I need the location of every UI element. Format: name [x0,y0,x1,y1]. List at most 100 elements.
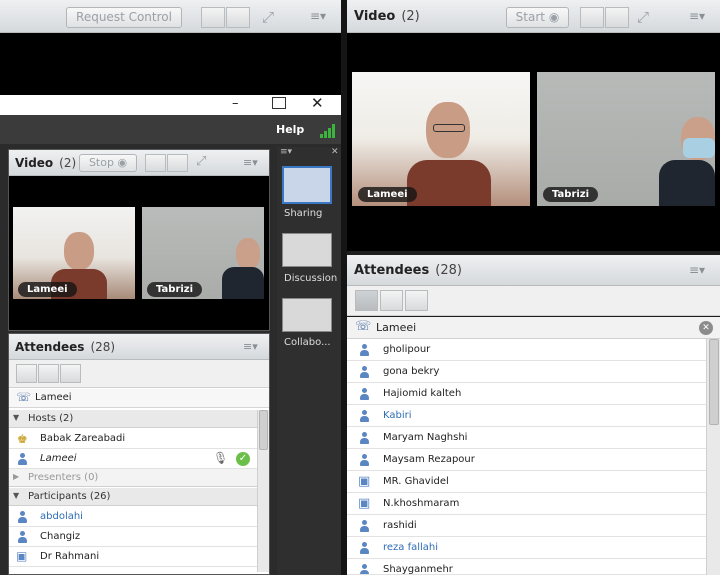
layout-grid-icon[interactable] [145,154,166,172]
layout-single-icon[interactable] [226,7,250,28]
layout-collaboration-thumb[interactable] [282,298,332,332]
layout-sharing-thumb[interactable] [282,166,332,204]
list-item[interactable]: Lameei 🎙 ✓ [9,449,257,469]
list-item[interactable]: Maysam Rezapour [347,449,706,471]
list-item[interactable]: ▣ Dr Rahmani [9,547,257,567]
phone-icon: ☏ [355,319,372,334]
role-view-icon[interactable] [405,290,428,311]
left-black-area [0,33,341,95]
video-tile[interactable]: Tabrizi [537,72,715,206]
right-attendee-scrollbar[interactable] [706,339,720,575]
list-item[interactable]: Kabiri [347,405,706,427]
user-icon [359,388,370,400]
left-attendees-title: Attendees (28) [15,340,116,354]
phone-user-icon: ▣ [358,474,371,489]
presenters-group-header[interactable]: ▶ Presenters (0) [9,469,257,487]
user-icon [359,366,370,378]
hosts-group-label: Hosts (2) [28,413,74,424]
video-name-label: Tabrizi [543,187,599,202]
user-icon [359,432,370,444]
list-item[interactable]: gholipour [347,339,706,361]
start-button[interactable]: Start ◉ [506,7,569,28]
minimize-icon[interactable]: – [232,96,246,111]
right-view-toggle-bar [347,286,720,316]
webcam-icon: ◉ [548,10,560,24]
left-attendees-pod: Attendees (28) ≡▾ ☏ Lameei ▼ Hosts (2) ♚ … [8,333,270,575]
pod-menu-icon[interactable]: ≡▾ [243,156,258,169]
layout-label[interactable]: Discussion [284,273,337,284]
list-item[interactable]: Hajiomid kalteh [347,383,706,405]
layout-label[interactable]: Collabo... [284,337,331,348]
list-item[interactable]: reza fallahi [347,537,706,559]
scroll-thumb[interactable] [259,410,268,450]
pod-menu-icon[interactable]: ≡▾ [689,9,705,23]
attendee-name: gholipour [383,344,431,355]
attendee-name: Maysam Rezapour [383,454,475,465]
layouts-panel: ≡▾ ✕ Sharing Discussion Collabo... [277,147,341,575]
fullscreen-icon[interactable]: ⤢ [196,154,206,169]
layout-single-icon[interactable] [167,154,188,172]
restore-icon[interactable] [272,97,286,109]
attendee-scrollbar[interactable] [257,410,269,572]
pod-menu-icon[interactable]: ≡▾ [310,9,330,25]
left-video-pod: Video (2) Stop ◉ ⤢ ≡▾ Lameei Tabrizi [8,149,270,331]
microphone-icon[interactable]: 🎙 [213,451,228,465]
layout-grid-icon[interactable] [201,7,225,28]
breakout-view-icon[interactable] [380,290,403,311]
layouts-menu-icon[interactable]: ≡▾ [280,147,292,157]
layout-single-icon[interactable] [605,7,629,28]
layout-label[interactable]: Sharing [284,208,322,219]
left-video-header: Video (2) Stop ◉ ⤢ ≡▾ [9,150,269,176]
user-icon [359,542,370,554]
right-attendees-header: Attendees (28) ≡▾ [347,255,720,286]
expand-icon[interactable]: ▶ [13,472,19,481]
right-attendee-list: gholipour gona bekry Hajiomid kalteh Kab… [347,339,706,575]
video-name-label: Lameei [18,282,77,297]
collapse-icon[interactable]: ▼ [13,491,19,500]
fullscreen-icon[interactable]: ⤢ [637,8,649,26]
pod-menu-icon[interactable]: ≡▾ [243,340,258,353]
help-menu[interactable]: Help [276,123,304,136]
list-view-icon[interactable] [16,364,37,383]
attendee-name: reza fallahi [383,542,439,553]
list-item[interactable]: gona bekry [347,361,706,383]
collapse-icon[interactable]: ▼ [13,413,19,422]
phone-user-icon: ▣ [358,496,371,511]
close-circle-icon[interactable]: ✕ [699,321,713,335]
breakout-view-icon[interactable] [38,364,59,383]
video-tile[interactable]: Lameei [13,207,135,299]
participants-group-header[interactable]: ▼ Participants (26) [9,488,257,506]
connect-menubar: Help [0,115,341,144]
attendee-name: MR. Ghavidel [383,476,449,487]
fullscreen-icon[interactable]: ⤢ [258,8,278,26]
list-item[interactable]: ♚ Babak Zareabadi [9,429,257,449]
connection-signal-icon [320,121,338,138]
list-item[interactable]: Shayganmehr [347,559,706,575]
attendee-name: Dr Rahmani [40,551,100,562]
layout-grid-icon[interactable] [580,7,604,28]
left-attendees-header: Attendees (28) ≡▾ [9,334,269,360]
list-item[interactable]: ▣ N.khoshmaram [347,493,706,515]
hosts-group-header[interactable]: ▼ Hosts (2) [9,410,257,428]
attendee-name: Maryam Naghshi [383,432,468,443]
phone-icon: ☏ [16,390,32,404]
list-item[interactable]: Changiz [9,527,257,547]
user-icon [17,453,28,465]
role-view-icon[interactable] [60,364,81,383]
layout-discussion-thumb[interactable] [282,233,332,267]
list-item[interactable]: Maryam Naghshi [347,427,706,449]
list-item[interactable]: rashidi [347,515,706,537]
left-top-toolbar: Request Control ⤢ ≡▾ [0,0,341,33]
list-item[interactable]: abdolahi [9,507,257,527]
request-control-button[interactable]: Request Control [66,7,182,28]
video-tile[interactable]: Lameei [352,72,530,206]
scroll-thumb[interactable] [709,339,719,425]
pod-menu-icon[interactable]: ≡▾ [689,263,705,277]
list-item[interactable]: ▣ MR. Ghavidel [347,471,706,493]
list-view-icon[interactable] [355,290,378,311]
video-tile[interactable]: Tabrizi [142,207,264,299]
stop-button[interactable]: Stop ◉ [79,154,137,172]
left-video-title: Video (2) [15,156,77,170]
close-icon[interactable]: ✕ [311,94,325,112]
layouts-close-icon[interactable]: ✕ [331,147,339,157]
